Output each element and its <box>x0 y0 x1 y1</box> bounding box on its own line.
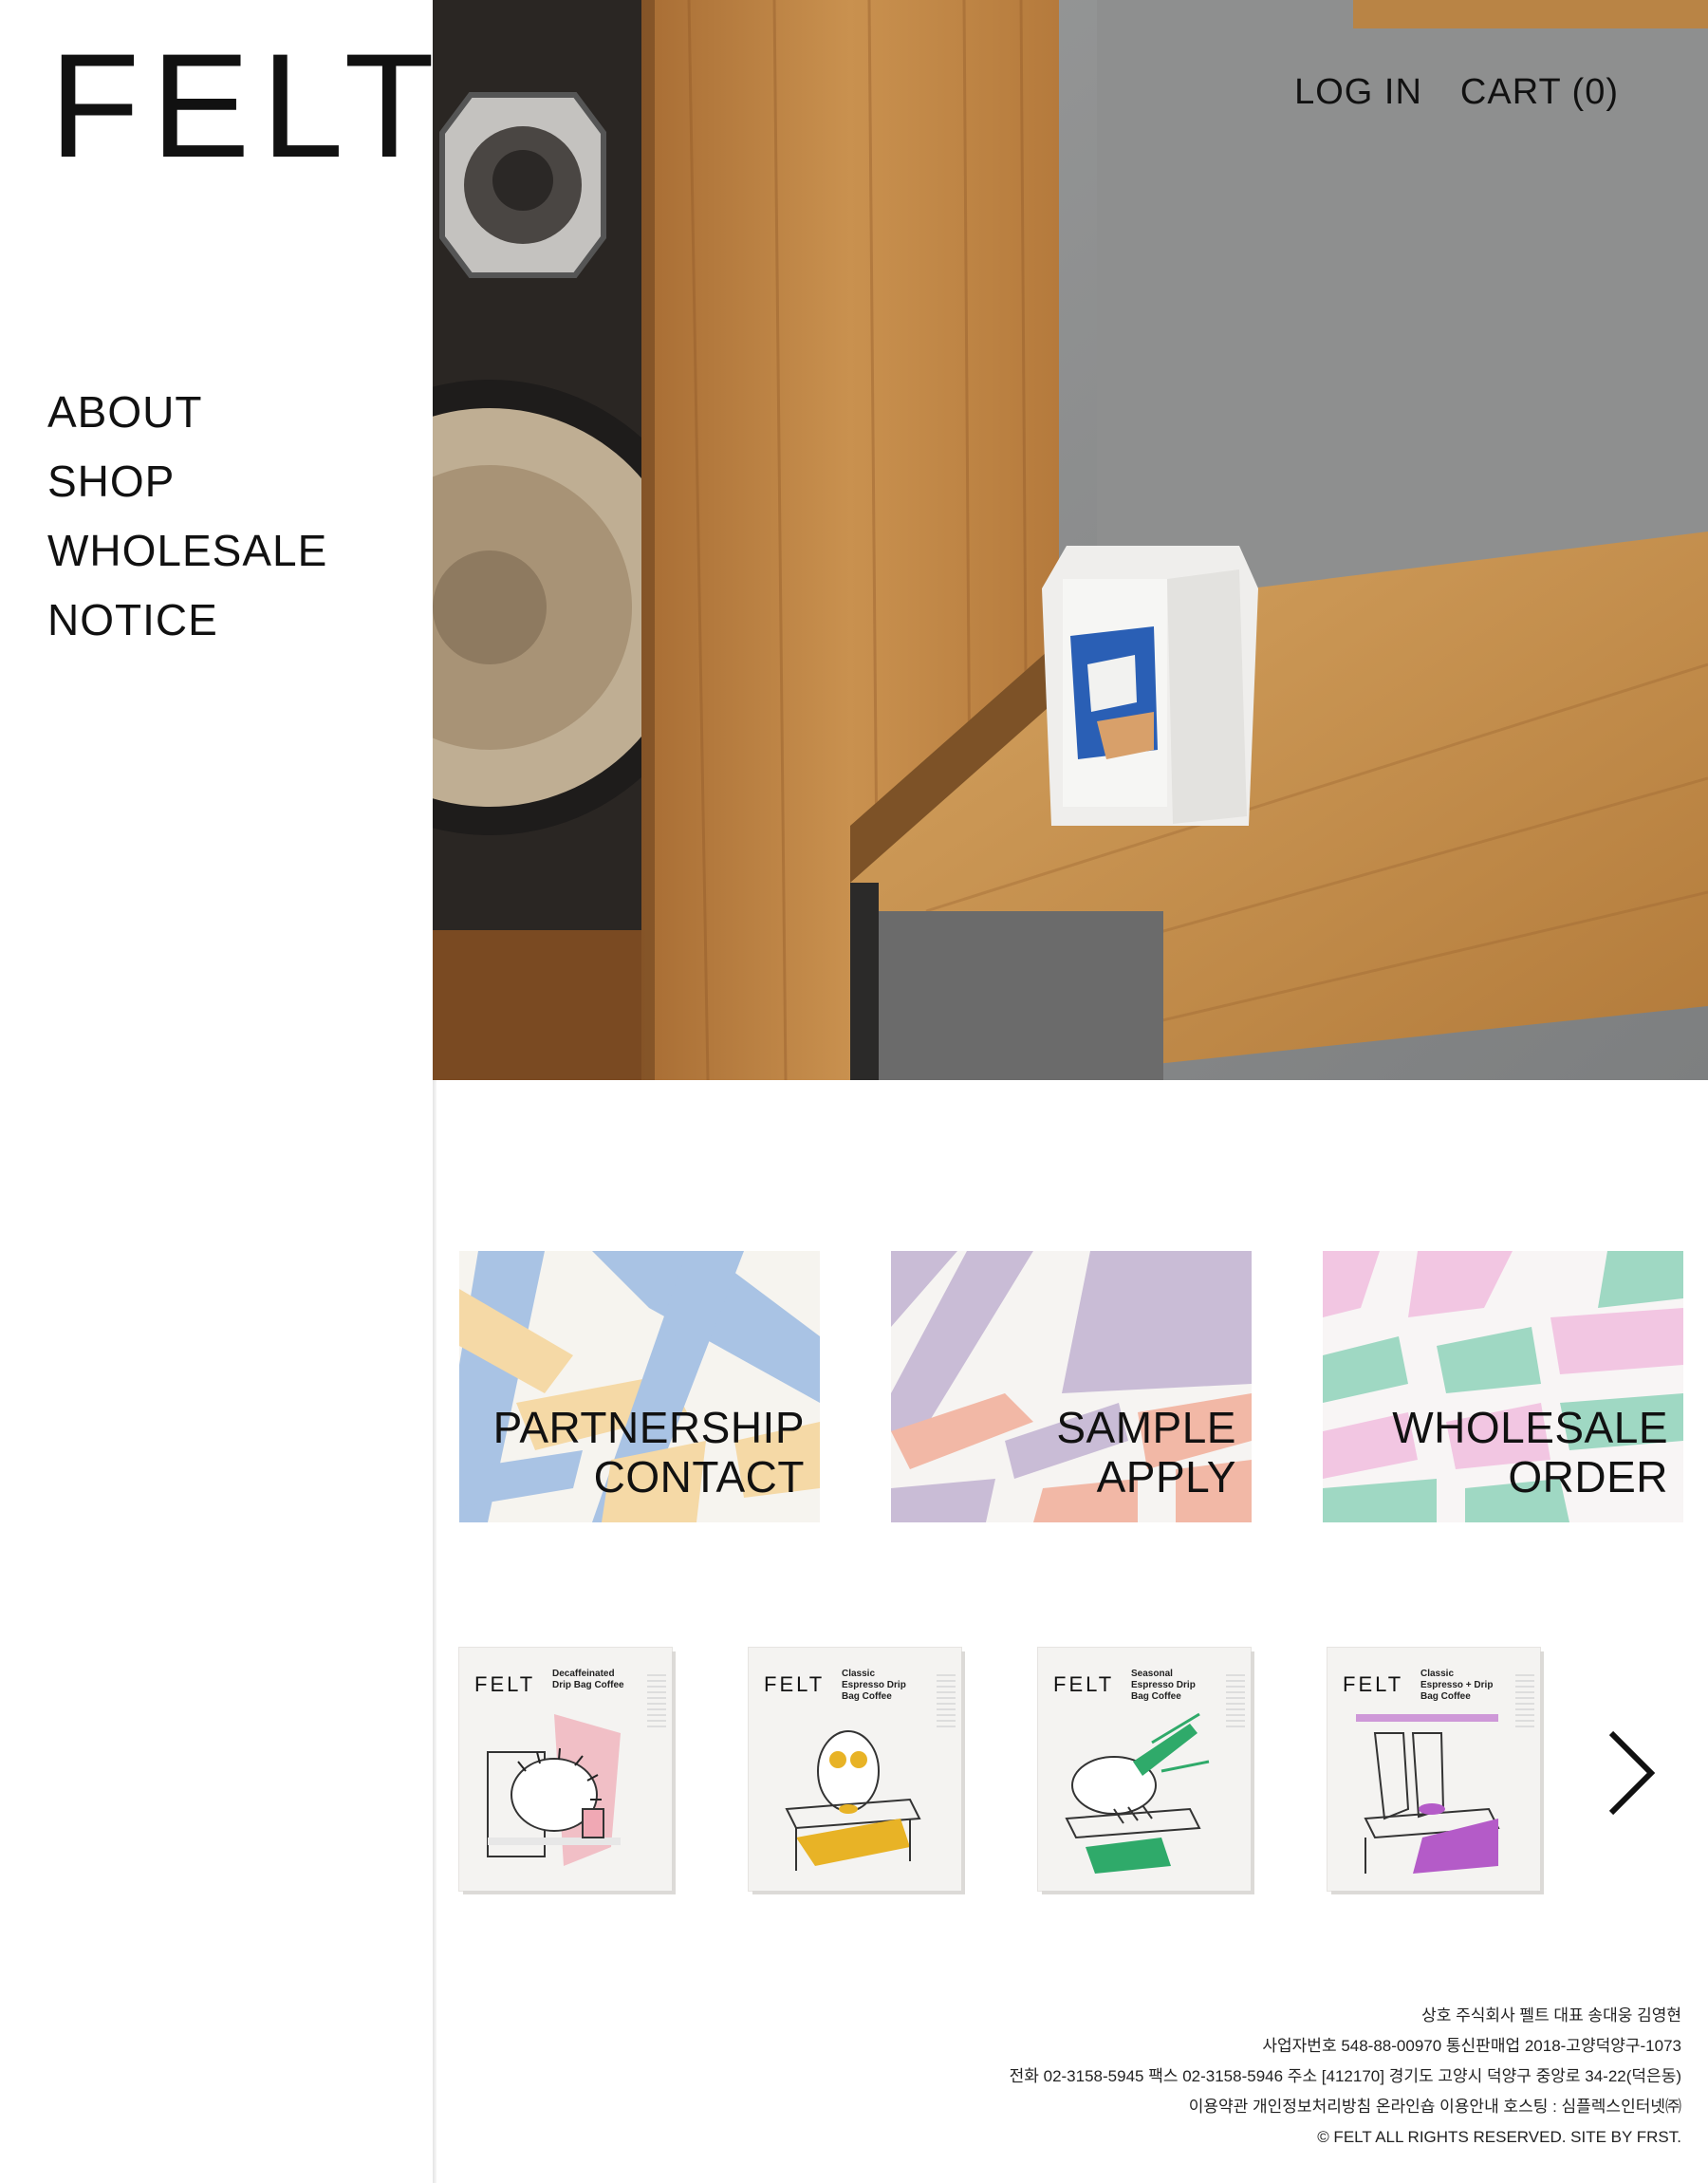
card-title-line2: CONTACT <box>593 1452 805 1502</box>
product-card[interactable]: FELT Decaffeinated Drip Bag Coffee <box>459 1648 678 1896</box>
card-title-line2: ORDER <box>1508 1452 1668 1502</box>
product-carousel: FELT Decaffeinated Drip Bag Coffee FELT … <box>459 1648 1683 1900</box>
chevron-right-icon[interactable] <box>1604 1727 1661 1819</box>
card-label: SAMPLE APPLY <box>1056 1403 1236 1502</box>
footer-links[interactable]: 이용약관 개인정보처리방침 온라인숍 이용안내 호스팅 : 심플렉스인터넷㈜ <box>1010 2092 1681 2122</box>
product-side-text <box>647 1674 666 1731</box>
product-illustration <box>785 1730 921 1871</box>
cart-link[interactable]: CART (0) <box>1460 72 1619 113</box>
product-side-text <box>937 1674 956 1731</box>
top-nav: LOG IN CART (0) <box>1294 72 1619 113</box>
nav-item-wholesale[interactable]: WHOLESALE <box>47 516 327 586</box>
product-name: Decaffeinated Drip Bag Coffee <box>552 1669 624 1690</box>
sample-apply-card[interactable]: SAMPLE APPLY <box>891 1251 1252 1522</box>
product-logo: FELT <box>474 1672 536 1696</box>
footer-company-info: 상호 주식회사 펠트 대표 송대웅 김영현 <box>1421 2006 1681 2024</box>
product-card[interactable]: FELT Classic Espresso + Drip Bag Coffee <box>1327 1648 1546 1896</box>
card-label: WHOLESALE ORDER <box>1392 1403 1668 1502</box>
product-name: Seasonal Espresso Drip Bag Coffee <box>1131 1669 1196 1702</box>
product-box: FELT Decaffeinated Drip Bag Coffee <box>459 1648 672 1891</box>
footer: 상호 주식회사 펠트 대표 송대웅 김영현 사업자번호 548-88-00970… <box>1010 2001 1681 2153</box>
product-box: FELT Classic Espresso Drip Bag Coffee <box>749 1648 961 1891</box>
card-title-line1: SAMPLE <box>1056 1403 1236 1452</box>
footer-copyright: © FELT ALL RIGHTS RESERVED. SITE BY FRST… <box>1317 2128 1681 2146</box>
sidebar-divider <box>433 1080 436 2183</box>
brand-logo[interactable]: FELT <box>49 32 446 180</box>
hero-image: LOG IN CART (0) <box>433 0 1708 1080</box>
product-name: Classic Espresso Drip Bag Coffee <box>842 1669 906 1702</box>
sidebar: FELT ABOUT SHOP WHOLESALE NOTICE <box>0 0 435 2183</box>
product-side-text <box>1226 1674 1245 1731</box>
card-title-line1: PARTNERSHIP <box>492 1403 805 1452</box>
product-card[interactable]: FELT Seasonal Espresso Drip Bag Coffee <box>1038 1648 1256 1896</box>
wholesale-order-card[interactable]: WHOLESALE ORDER <box>1323 1251 1683 1522</box>
nav-item-about[interactable]: ABOUT <box>47 378 327 447</box>
product-card[interactable]: FELT Classic Espresso Drip Bag Coffee <box>749 1648 967 1896</box>
nav-item-shop[interactable]: SHOP <box>47 447 327 516</box>
product-name: Classic Espresso + Drip Bag Coffee <box>1420 1669 1494 1702</box>
product-illustration <box>487 1714 621 1866</box>
product-logo: FELT <box>1053 1672 1115 1696</box>
product-logo: FELT <box>764 1672 826 1696</box>
footer-contact: 전화 02-3158-5945 팩스 02-3158-5946 주소 [4121… <box>1009 2067 1681 2085</box>
nav-item-notice[interactable]: NOTICE <box>47 586 327 655</box>
card-title-line1: WHOLESALE <box>1392 1403 1668 1452</box>
product-illustration <box>1065 1712 1210 1874</box>
footer-business-number: 사업자번호 548-88-00970 통신판매업 2018-고양덕양구-1073 <box>1262 2037 1681 2055</box>
login-link[interactable]: LOG IN <box>1294 72 1422 113</box>
card-title-line2: APPLY <box>1096 1452 1236 1502</box>
product-logo: FELT <box>1343 1672 1404 1696</box>
main-nav: ABOUT SHOP WHOLESALE NOTICE <box>47 378 327 655</box>
product-box: FELT Classic Espresso + Drip Bag Coffee <box>1327 1648 1540 1891</box>
product-side-text <box>1515 1674 1534 1731</box>
card-label: PARTNERSHIP CONTACT <box>493 1403 805 1502</box>
product-illustration <box>1356 1714 1500 1874</box>
action-cards: PARTNERSHIP CONTACT SAMPLE APPLY WHOLESA… <box>459 1251 1683 1522</box>
product-box: FELT Seasonal Espresso Drip Bag Coffee <box>1038 1648 1251 1891</box>
hero-photo <box>433 0 1708 1080</box>
partnership-contact-card[interactable]: PARTNERSHIP CONTACT <box>459 1251 820 1522</box>
